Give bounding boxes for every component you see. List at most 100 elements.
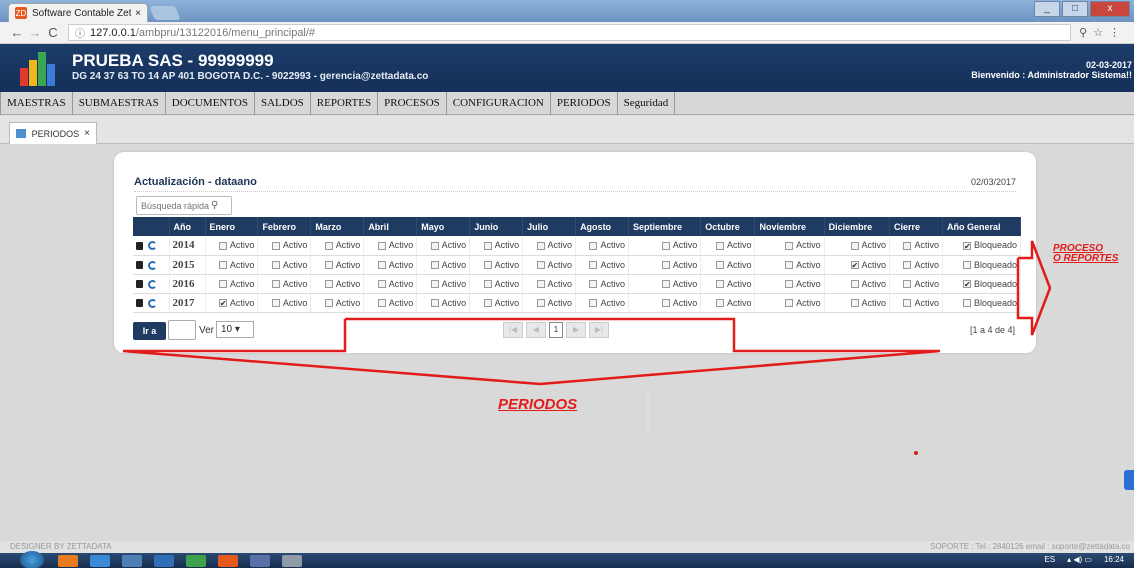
maximize-button[interactable]: □ [1062, 1, 1088, 17]
trash-icon[interactable] [136, 280, 143, 289]
year-link[interactable]: 2017 [169, 293, 206, 313]
info-icon[interactable]: ⓘ [75, 25, 85, 40]
explorer-icon[interactable] [122, 555, 142, 567]
status-checkbox[interactable] [589, 299, 598, 308]
year-link[interactable]: 2016 [169, 274, 206, 294]
status-checkbox[interactable] [962, 299, 971, 308]
status-checkbox[interactable] [903, 280, 912, 289]
menu-item-maestras[interactable]: MAESTRAS [0, 92, 73, 115]
browser-tab[interactable]: ZD Software Contable Zetta × [8, 3, 148, 22]
status-checkbox[interactable] [785, 241, 794, 250]
status-checkbox[interactable] [324, 280, 333, 289]
status-checkbox[interactable] [271, 280, 280, 289]
status-checkbox[interactable] [483, 280, 492, 289]
year-link[interactable]: 2014 [169, 236, 206, 256]
zetta-icon[interactable] [218, 555, 238, 567]
status-checkbox[interactable] [483, 261, 492, 270]
status-checkbox[interactable] [377, 261, 386, 270]
menu-item-documentos[interactable]: DOCUMENTOS [166, 92, 255, 115]
status-checkbox[interactable] [536, 280, 545, 289]
start-button[interactable] [20, 551, 44, 568]
status-checkbox[interactable] [324, 241, 333, 250]
status-checkbox[interactable] [715, 299, 724, 308]
zoom-bookmark-icons[interactable]: ⚲☆⋮ [1079, 26, 1126, 39]
page-size-select[interactable]: 10 ▾ [216, 321, 254, 338]
prev-page-button[interactable]: ◀ [526, 322, 546, 338]
refresh-icon[interactable] [148, 241, 157, 251]
status-checkbox[interactable] [661, 241, 670, 250]
search-input[interactable] [141, 200, 211, 211]
status-checkbox[interactable]: ✔ [218, 299, 227, 308]
status-checkbox[interactable] [785, 261, 794, 270]
chat-widget-tab[interactable] [1124, 470, 1134, 490]
status-checkbox[interactable] [962, 261, 971, 270]
url-field[interactable]: ⓘ 127.0.0.1 /ambpru/13122016/menu_princi… [68, 24, 1072, 41]
status-checkbox[interactable] [271, 261, 280, 270]
menu-item-seguridad[interactable]: Seguridad [618, 92, 676, 115]
status-checkbox[interactable] [850, 299, 859, 308]
status-checkbox[interactable] [661, 261, 670, 270]
status-checkbox[interactable] [377, 299, 386, 308]
menu-item-reportes[interactable]: REPORTES [311, 92, 379, 115]
status-checkbox[interactable] [903, 241, 912, 250]
status-checkbox[interactable] [430, 299, 439, 308]
next-page-button[interactable]: ▶ [566, 322, 586, 338]
status-checkbox[interactable] [785, 280, 794, 289]
status-checkbox[interactable] [377, 280, 386, 289]
status-checkbox[interactable] [483, 299, 492, 308]
tab-close-icon[interactable]: × [135, 8, 141, 19]
status-checkbox[interactable]: ✔ [962, 241, 971, 250]
status-checkbox[interactable] [715, 241, 724, 250]
status-checkbox[interactable] [715, 261, 724, 270]
status-checkbox[interactable] [850, 241, 859, 250]
status-checkbox[interactable] [536, 241, 545, 250]
menu-item-configuracion[interactable]: CONFIGURACION [447, 92, 551, 115]
trash-icon[interactable] [136, 241, 143, 250]
status-checkbox[interactable] [785, 299, 794, 308]
menu-item-periodos[interactable]: PERIODOS [551, 92, 618, 115]
refresh-icon[interactable] [148, 298, 157, 308]
new-tab-button[interactable] [149, 6, 181, 20]
status-checkbox[interactable] [536, 299, 545, 308]
status-checkbox[interactable] [377, 241, 386, 250]
go-to-button[interactable]: Ir a [133, 322, 166, 340]
tray-icons[interactable]: ▴ ◀) ▭ [1067, 555, 1092, 564]
status-checkbox[interactable] [218, 241, 227, 250]
back-icon[interactable]: ← [8, 25, 26, 40]
status-checkbox[interactable] [715, 280, 724, 289]
tab-periodos-close-icon[interactable]: × [84, 128, 90, 139]
status-checkbox[interactable] [903, 261, 912, 270]
ie-icon[interactable] [90, 555, 110, 567]
status-checkbox[interactable] [271, 299, 280, 308]
status-checkbox[interactable] [589, 241, 598, 250]
status-checkbox[interactable] [850, 280, 859, 289]
forward-icon[interactable]: → [26, 25, 44, 40]
menu-item-submaestras[interactable]: SUBMAESTRAS [73, 92, 166, 115]
paint-icon[interactable] [282, 555, 302, 567]
reload-icon[interactable]: C [44, 25, 62, 40]
status-checkbox[interactable] [589, 261, 598, 270]
app-icon[interactable] [250, 555, 270, 567]
menu-item-saldos[interactable]: SALDOS [255, 92, 311, 115]
refresh-icon[interactable] [148, 260, 157, 270]
status-checkbox[interactable] [536, 261, 545, 270]
status-checkbox[interactable] [430, 280, 439, 289]
language-indicator[interactable]: ES [1044, 555, 1055, 564]
first-page-button[interactable]: |◀ [503, 322, 523, 338]
status-checkbox[interactable] [661, 299, 670, 308]
status-checkbox[interactable] [661, 280, 670, 289]
clock[interactable]: 16:24 [1104, 555, 1124, 564]
status-checkbox[interactable]: ✔ [962, 280, 971, 289]
tab-periodos[interactable]: PERIODOS × [9, 122, 97, 144]
refresh-icon[interactable] [148, 279, 157, 289]
status-checkbox[interactable]: ✔ [850, 261, 859, 270]
status-checkbox[interactable] [430, 241, 439, 250]
search-icon[interactable]: ⚲ [211, 200, 218, 211]
close-window-button[interactable]: x [1090, 1, 1130, 17]
status-checkbox[interactable] [271, 241, 280, 250]
chrome-icon[interactable] [186, 555, 206, 567]
minimize-button[interactable]: _ [1034, 1, 1060, 17]
media-icon[interactable] [154, 555, 174, 567]
taskbar-app-icon[interactable] [58, 555, 78, 567]
status-checkbox[interactable] [218, 261, 227, 270]
